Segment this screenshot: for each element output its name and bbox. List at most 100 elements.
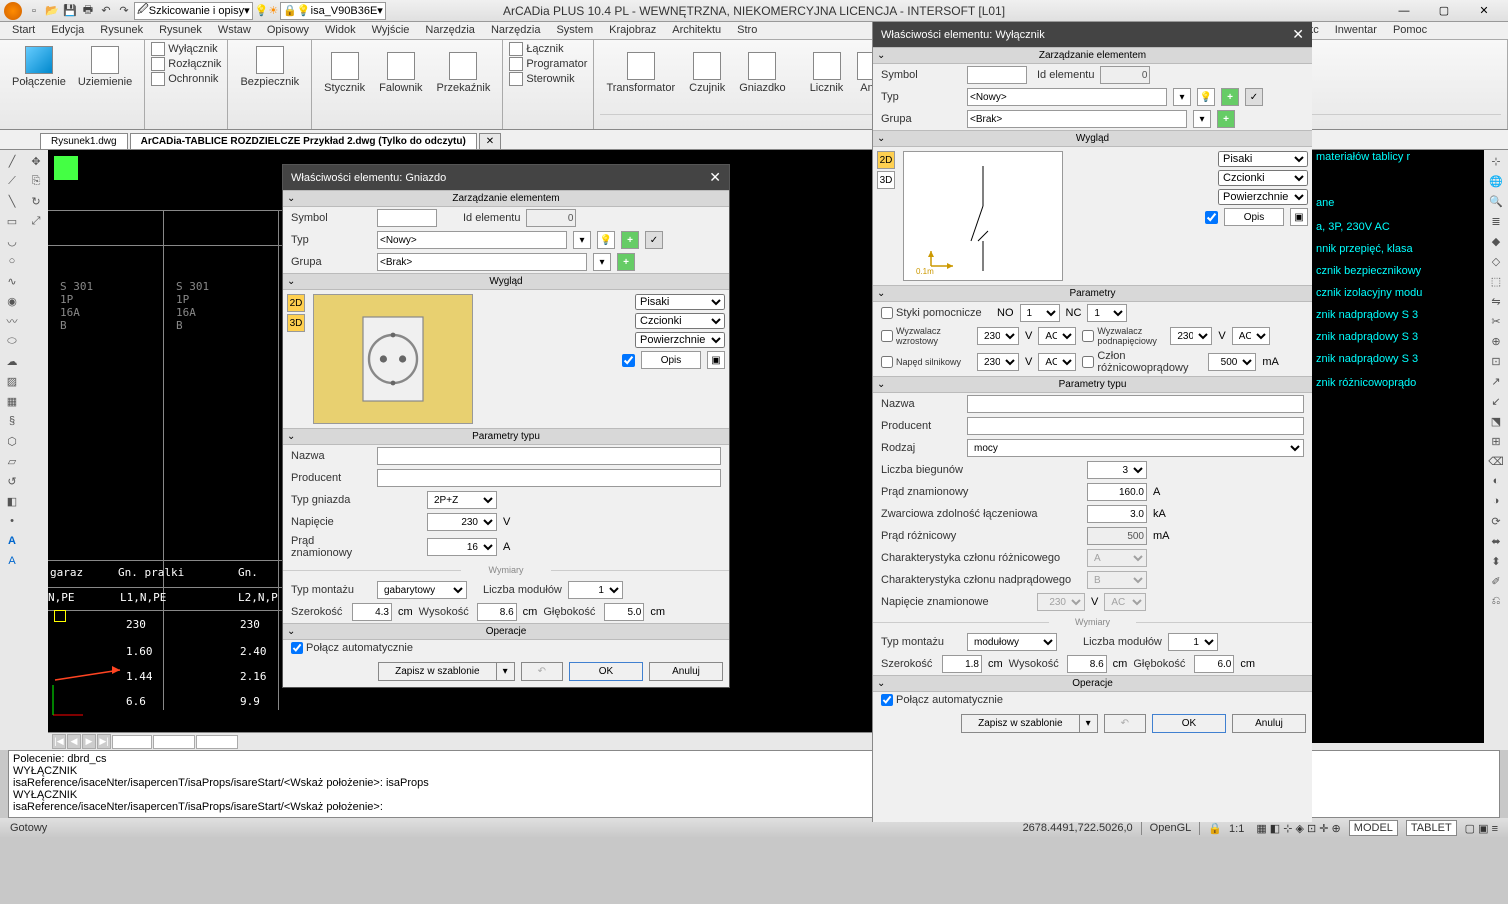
dlg2-grupa-input[interactable]	[967, 110, 1187, 128]
dlg2-sec-mgmt[interactable]: Zarządzanie elementem	[873, 47, 1312, 64]
tab-prev[interactable]: ◀	[67, 734, 81, 749]
curve-icon[interactable]: ∿	[3, 272, 21, 290]
menu-stro[interactable]: Stro	[729, 22, 765, 39]
dlg1-typ-input[interactable]	[377, 231, 567, 249]
dlg2-naped-ac[interactable]: AC	[1038, 353, 1076, 371]
dlg2-typ-add[interactable]: +	[1221, 88, 1239, 106]
dlg2-producent-input[interactable]	[967, 417, 1304, 435]
dlg1-typ-check[interactable]: ✓	[645, 231, 663, 249]
ribbon-programator[interactable]: Programator	[509, 57, 587, 71]
dlg1-typ-lib[interactable]: 💡	[597, 231, 615, 249]
dlg2-sec-param[interactable]: Parametry	[873, 285, 1312, 302]
dlg2-opis-check[interactable]	[1205, 211, 1218, 224]
tool9-icon[interactable]: ✂	[1487, 312, 1505, 330]
dlg2-typ-input[interactable]	[967, 88, 1167, 106]
maximize-button[interactable]: ▢	[1424, 0, 1464, 22]
dlg2-symbol-input[interactable]	[967, 66, 1027, 84]
ribbon-licznik[interactable]: Licznik	[804, 48, 850, 98]
dlg1-montaz-select[interactable]: gabarytowy	[377, 581, 467, 599]
layer-combo[interactable]: 🔒💡 isa_V90B36E ▾	[280, 2, 386, 20]
ribbon-transformator[interactable]: Transformator	[600, 48, 681, 98]
dlg2-anuluj-button[interactable]: Anuluj	[1232, 714, 1306, 733]
tool21-icon[interactable]: ⬍	[1487, 552, 1505, 570]
dlg2-nazwa-input[interactable]	[967, 395, 1304, 413]
menu-system[interactable]: System	[548, 22, 601, 39]
tool20-icon[interactable]: ⬌	[1487, 532, 1505, 550]
tool22-icon[interactable]: ✐	[1487, 572, 1505, 590]
arc-icon[interactable]: ◡	[3, 232, 21, 250]
status-tablet[interactable]: TABLET	[1406, 820, 1457, 836]
tool7-icon[interactable]: ⬚	[1487, 272, 1505, 290]
tool11-icon[interactable]: ⊡	[1487, 352, 1505, 370]
dlg1-anuluj-button[interactable]: Anuluj	[649, 662, 723, 681]
dlg2-wz-v[interactable]: 230	[977, 327, 1019, 345]
cloud-icon[interactable]: ☁	[3, 352, 21, 370]
dlg2-2d-icon[interactable]: 2D	[877, 151, 895, 169]
menu-narzedzia2[interactable]: Narzędzia	[483, 22, 549, 39]
ribbon-lacznik[interactable]: Łącznik	[509, 42, 587, 56]
dlg2-czlon-check[interactable]	[1082, 356, 1094, 368]
dlg1-mod-select[interactable]: 1	[568, 581, 623, 599]
tool5-icon[interactable]: ◆	[1487, 232, 1505, 250]
tool23-icon[interactable]: ⎌	[1487, 592, 1505, 610]
tool12-icon[interactable]: ↗	[1487, 372, 1505, 390]
status-btns[interactable]: ▦ ◧ ⊹ ◈ ⊡ ✛ ⊕	[1256, 822, 1340, 835]
dlg2-naped-v[interactable]: 230	[977, 353, 1019, 371]
hatch-icon[interactable]: ▨	[3, 372, 21, 390]
ribbon-ochronnik[interactable]: Ochronnik	[151, 72, 221, 86]
dlg2-czlon-ma[interactable]: 500	[1208, 353, 1256, 371]
revcurve-icon[interactable]: ↺	[3, 472, 21, 490]
dlg1-sec-op[interactable]: Operacje	[283, 623, 729, 640]
construction-line-icon[interactable]: ⟋	[3, 172, 21, 190]
ribbon-bezpiecznik[interactable]: Bezpiecznik	[234, 42, 305, 92]
orbit-icon[interactable]: 🌐	[1487, 172, 1505, 190]
dlg1-opis-expand[interactable]: ▣	[707, 351, 725, 369]
dlg2-no-select[interactable]: 1	[1020, 304, 1060, 322]
save-icon[interactable]: 💾	[62, 3, 78, 19]
dlg2-polacz-check[interactable]	[881, 694, 893, 706]
status-model[interactable]: MODEL	[1349, 820, 1398, 836]
region-icon[interactable]: ▱	[3, 452, 21, 470]
dlg2-opis-expand[interactable]: ▣	[1290, 208, 1308, 226]
menu-narzedzia1[interactable]: Narzędzia	[417, 22, 483, 39]
dlg2-lb-select[interactable]: 3	[1087, 461, 1147, 479]
dlg2-zapisz-dd[interactable]: ▾	[1079, 715, 1097, 732]
menu-inwentar[interactable]: Inwentar	[1327, 22, 1385, 39]
circle-icon[interactable]: ○	[3, 252, 21, 270]
tool17-icon[interactable]: ◐	[1487, 472, 1505, 490]
move-icon[interactable]: ✥	[27, 152, 45, 170]
tool19-icon[interactable]: ⟳	[1487, 512, 1505, 530]
tab-last[interactable]: ▶|	[97, 734, 111, 749]
dlg1-typ-add[interactable]: +	[621, 231, 639, 249]
dlg2-powierzchnie[interactable]: Powierzchnie	[1218, 189, 1308, 205]
dlg2-opis-btn[interactable]: Opis	[1224, 208, 1284, 226]
dlg1-opis-check[interactable]	[622, 354, 635, 367]
ribbon-falownik[interactable]: Falownik	[373, 48, 428, 98]
dlg1-sec-mgmt[interactable]: Zarządzanie elementem	[283, 190, 729, 207]
dlg2-typ-pick[interactable]: ▾	[1173, 88, 1191, 106]
menu-wstaw[interactable]: Wstaw	[210, 22, 259, 39]
print-icon[interactable]: 🖶	[80, 3, 96, 19]
sketch-combo[interactable]: 🖉 Szkicowanie i opisy ▾	[134, 2, 253, 20]
ribbon-sterownik[interactable]: Sterownik	[509, 72, 587, 86]
menu-krajobraz[interactable]: Krajobraz	[601, 22, 664, 39]
polyline-icon[interactable]: ╲	[3, 192, 21, 210]
tab-next[interactable]: ▶	[82, 734, 96, 749]
doctab-rysunek[interactable]: Rysunek1.dwg	[40, 133, 128, 149]
line-icon[interactable]: ╱	[3, 152, 21, 170]
dlg1-gleb-input[interactable]	[604, 603, 644, 621]
menu-pomoc[interactable]: Pomoc	[1385, 22, 1435, 39]
dlg1-ok-button[interactable]: OK	[569, 662, 643, 681]
dlg1-prad-select[interactable]: 16	[427, 538, 497, 556]
dlg2-close[interactable]: ✕	[1292, 26, 1304, 43]
dlg2-ok-button[interactable]: OK	[1152, 714, 1226, 733]
wipeout-icon[interactable]: ◧	[3, 492, 21, 510]
dlg1-polacz-check[interactable]	[291, 642, 303, 654]
mirror-icon[interactable]: ⇋	[1487, 292, 1505, 310]
menu-architektu[interactable]: Architektu	[664, 22, 729, 39]
dlg2-typ-lib[interactable]: 💡	[1197, 88, 1215, 106]
ribbon-czujnik[interactable]: Czujnik	[683, 48, 731, 98]
menu-edycja[interactable]: Edycja	[43, 22, 92, 39]
dlg2-zapisz-button[interactable]: Zapisz w szablonie	[962, 715, 1078, 732]
spline-icon[interactable]: 〰	[3, 312, 21, 330]
